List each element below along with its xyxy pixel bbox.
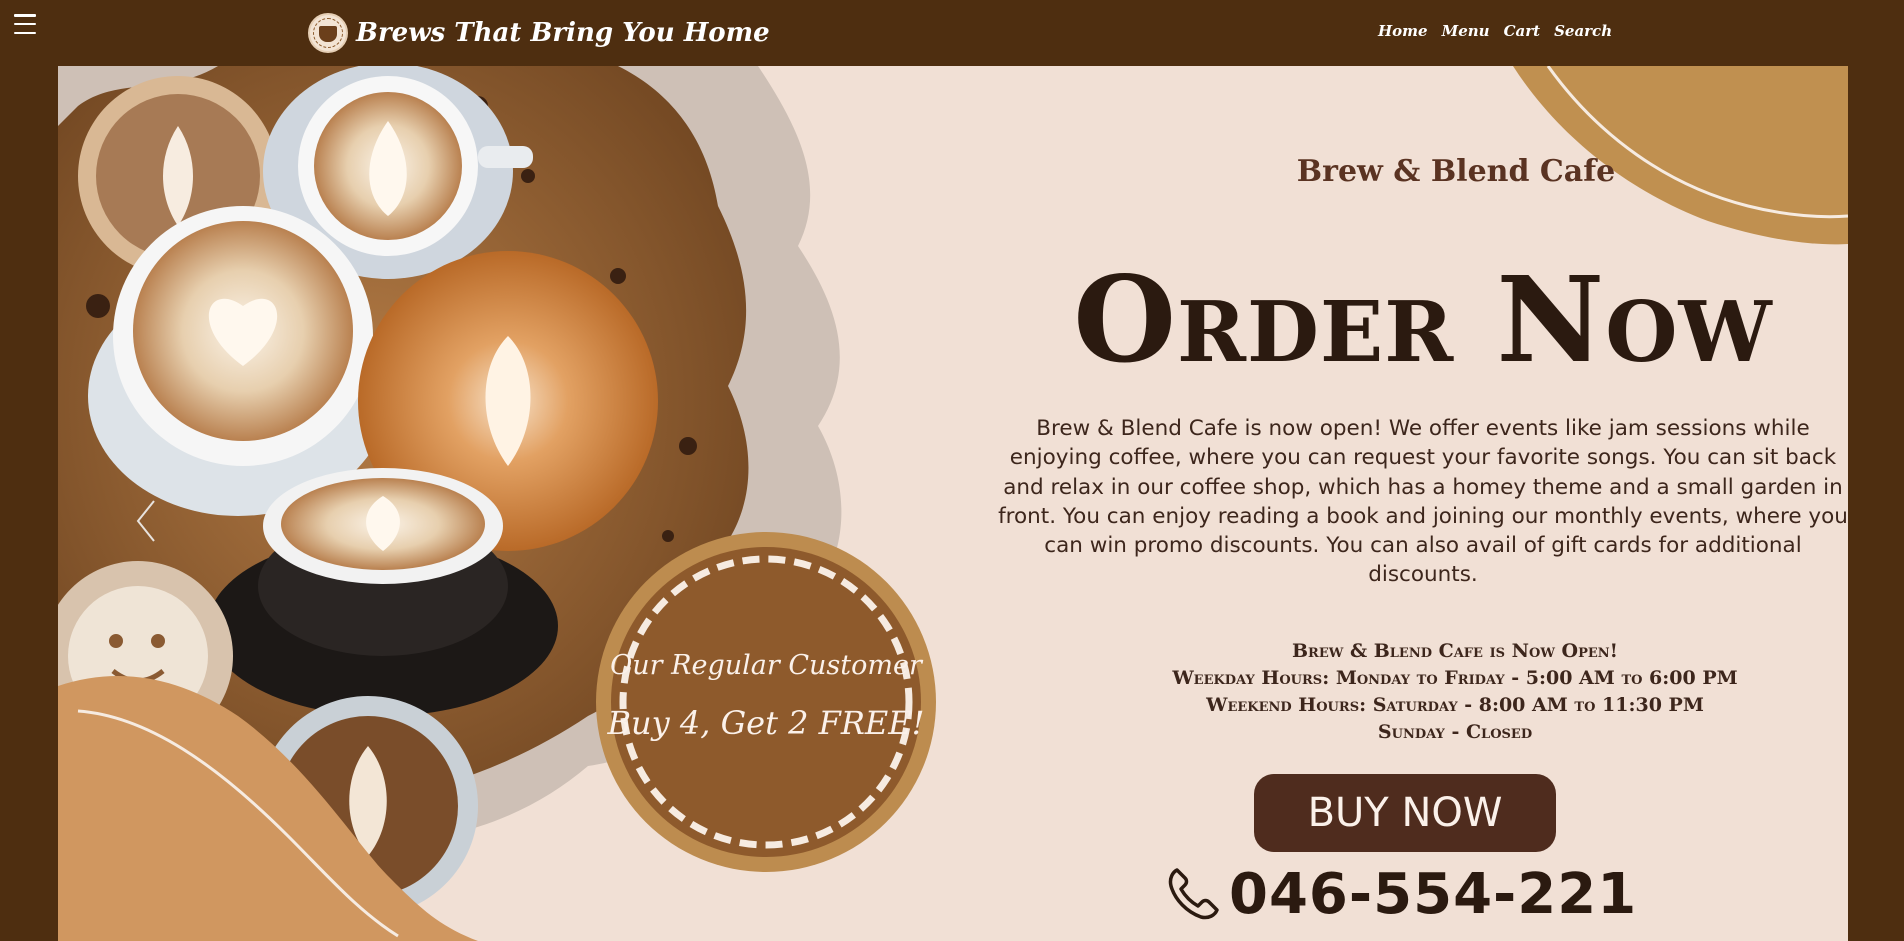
top-navbar: Brews That Bring You Home Home Menu Cart…	[0, 0, 1904, 66]
brand-name: Brews That Bring You Home	[356, 18, 770, 48]
promo-badge: Our Regular Customer Buy 4, Get 2 FREE!	[596, 532, 936, 872]
hero-banner: Our Regular Customer Buy 4, Get 2 FREE! …	[58, 66, 1848, 941]
hamburger-icon[interactable]	[14, 14, 36, 34]
description: Brew & Blend Cafe is now open! We offer …	[998, 416, 1848, 588]
hours-line: Weekend Hours: Saturday - 8:00 AM to 11:…	[1206, 694, 1704, 716]
nav-menu[interactable]: Menu	[1442, 22, 1490, 40]
promo-offer: Buy 4, Get 2 FREE!	[607, 704, 925, 742]
headline: Order Now	[1073, 250, 1773, 389]
nav-search[interactable]: Search	[1554, 22, 1612, 40]
phone-contact: 046-554-221	[1163, 861, 1638, 927]
promo-title: Our Regular Customer	[610, 650, 922, 681]
chevron-left-icon[interactable]	[132, 496, 162, 546]
main-nav: Home Menu Cart Search	[1378, 22, 1612, 40]
cafe-logo	[308, 13, 348, 53]
phone-icon	[1168, 868, 1219, 920]
buy-now-button[interactable]: BUY NOW	[1254, 774, 1556, 852]
nav-cart[interactable]: Cart	[1504, 22, 1541, 40]
hours-line: Weekday Hours: Monday to Friday - 5:00 A…	[1172, 667, 1738, 689]
phone-number: 046-554-221	[1229, 861, 1638, 927]
shop-name: Brew & Blend Cafe	[1296, 154, 1616, 189]
opening-hours: Brew & Blend Cafe is Now Open! Weekday H…	[1108, 638, 1802, 746]
brand-link[interactable]: Brews That Bring You Home	[308, 10, 770, 56]
hours-line: Sunday - Closed	[1377, 721, 1533, 743]
hours-line: Brew & Blend Cafe is Now Open!	[1291, 640, 1619, 662]
nav-home[interactable]: Home	[1378, 22, 1428, 40]
